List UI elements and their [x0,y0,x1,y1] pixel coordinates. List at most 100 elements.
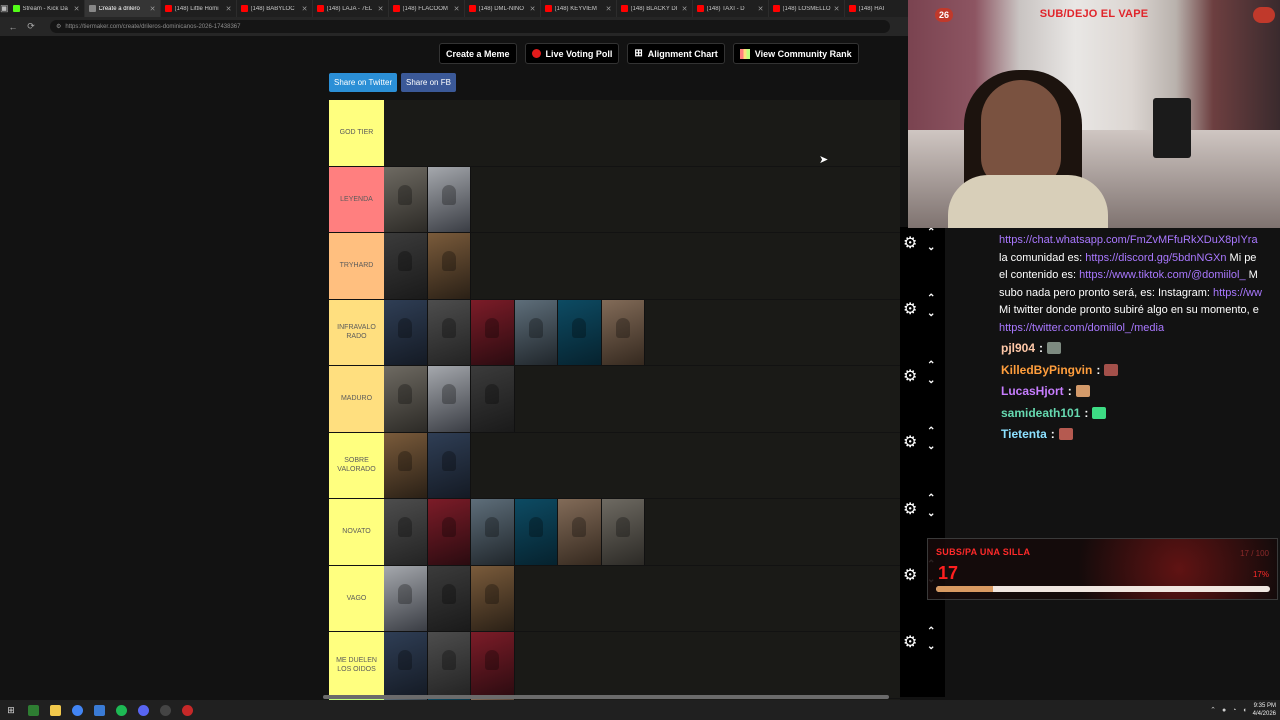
tier-item-thumbnail[interactable] [384,233,428,299]
tab-close-icon[interactable]: ✕ [758,5,764,13]
tier-label[interactable]: LEYENDA [329,166,384,232]
browser-tab[interactable]: (148) DML-NIÑO ✕ [465,0,541,17]
tier-item-thumbnail[interactable] [601,499,645,565]
gear-icon[interactable]: ⚙ [903,565,917,585]
gear-icon[interactable]: ⚙ [903,432,917,452]
terminal-icon[interactable] [22,700,44,720]
gear-icon[interactable]: ⚙ [903,366,917,386]
tier-label[interactable]: VAGO [329,565,384,631]
tier-item-thumbnail[interactable] [384,166,428,232]
volume-icon[interactable]: ◖ [1242,707,1246,714]
tier-item-thumbnail[interactable] [384,366,428,432]
tier-items-area[interactable] [384,166,900,232]
chevron-up-icon[interactable]: ⌃ [927,293,935,304]
tab-close-icon[interactable]: ✕ [834,5,840,13]
chevron-up-icon[interactable]: ⌃ [927,626,935,637]
chat-username[interactable]: samideath101 [1001,406,1080,420]
tier-item-thumbnail[interactable] [601,299,645,365]
live-voting-poll-button[interactable]: Live Voting Poll [524,43,620,64]
discord-icon[interactable] [132,700,154,720]
chat-username[interactable]: Tietenta [1001,427,1047,441]
gear-icon[interactable]: ⚙ [903,499,917,519]
clock[interactable]: 9:35 PM 4/4/2026 [1253,702,1276,718]
tier-item-thumbnail[interactable] [384,632,428,698]
tier-label[interactable]: TRYHARD [329,233,384,299]
chevron-up-icon[interactable]: ⌃ [927,227,935,238]
gear-icon[interactable]: ⚙ [903,299,917,319]
tier-items-area[interactable] [384,565,900,631]
browser-tab[interactable]: (148) FLACOOM ✕ [389,0,465,17]
chevron-down-icon[interactable]: ⌄ [927,508,935,519]
tier-item-thumbnail[interactable] [427,366,471,432]
chat-link[interactable]: https://www.tiktok.com/@domiilol_ [1079,269,1245,281]
tab-close-icon[interactable]: ✕ [454,5,460,13]
tier-label[interactable]: NOVATO [329,499,384,565]
reload-icon[interactable]: ⟳ [26,21,36,32]
browser-tab[interactable]: (148) LOSMELLO ✕ [769,0,845,17]
window-menu-icon[interactable]: ▣ [0,0,9,17]
tier-label[interactable]: GOD TIER [329,100,384,166]
browser-tab[interactable]: Stream - Kick Da ✕ [9,0,85,17]
file-explorer-icon[interactable] [44,700,66,720]
tab-close-icon[interactable]: ✕ [682,5,688,13]
browser-tab[interactable]: (148) BABYLOC ✕ [237,0,313,17]
tier-label[interactable]: SOBRE VALORADO [329,432,384,498]
tier-item-thumbnail[interactable] [384,299,428,365]
tier-item-thumbnail[interactable] [471,299,515,365]
back-icon[interactable]: ← [8,22,18,32]
tab-close-icon[interactable]: ✕ [74,5,80,13]
tier-item-thumbnail[interactable] [427,632,471,698]
tier-label[interactable]: INFRAVALO RADO [329,299,384,365]
tier-item-thumbnail[interactable] [384,432,428,498]
tab-close-icon[interactable]: ✕ [226,5,232,13]
microphone-icon[interactable]: ● [1222,707,1226,714]
tab-close-icon[interactable]: ✕ [530,5,536,13]
tier-items-area[interactable] [384,499,900,565]
horizontal-scrollbar[interactable] [323,695,889,699]
chevron-down-icon[interactable]: ⌄ [927,641,935,652]
tier-item-thumbnail[interactable] [427,499,471,565]
browser-tab[interactable]: (148) Little Homi ✕ [161,0,237,17]
alignment-chart-button[interactable]: ⊞ Alignment Chart [627,43,725,64]
recorder-icon[interactable] [176,700,198,720]
tier-item-thumbnail[interactable] [384,499,428,565]
share-twitter-button[interactable]: Share on Twitter [329,73,398,92]
tier-item-thumbnail[interactable] [558,299,602,365]
chevron-up-icon[interactable]: ⌃ [927,426,935,437]
tier-item-thumbnail[interactable] [471,366,515,432]
chat-link[interactable]: https://chat.whatsapp.com/FmZvMFfuRkXDuX… [999,234,1258,246]
browser-tab[interactable]: Create a drilero ✕ [84,0,161,17]
tab-close-icon[interactable]: ✕ [378,5,384,13]
tier-item-thumbnail[interactable] [427,565,471,631]
tier-item-thumbnail[interactable] [514,499,558,565]
chat-username[interactable]: KilledByPingvin [1001,363,1092,377]
tier-items-area[interactable] [384,366,900,432]
tier-items-area[interactable] [384,299,900,365]
chevron-down-icon[interactable]: ⌄ [927,308,935,319]
tier-item-thumbnail[interactable] [427,233,471,299]
share-fb-button[interactable]: Share on FB [401,73,456,92]
tier-item-thumbnail[interactable] [471,632,515,698]
site-info-icon[interactable]: ⚙ [56,23,61,30]
tier-items-area[interactable] [384,233,900,299]
browser-tab[interactable]: (148) TAXI - D ✕ [693,0,769,17]
view-community-rank-button[interactable]: View Community Rank [732,43,859,64]
spotify-icon[interactable] [110,700,132,720]
chat-username[interactable]: LucasHjort [1001,384,1064,398]
gear-icon[interactable]: ⚙ [903,233,917,253]
tray-chevron-icon[interactable]: ⌃ [1210,706,1216,714]
tab-close-icon[interactable]: ✕ [150,5,156,13]
create-meme-button[interactable]: Create a Meme [439,43,517,64]
chevron-up-icon[interactable]: ⌃ [927,360,935,371]
tier-item-thumbnail[interactable] [427,299,471,365]
chat-username[interactable]: pjl904 [1001,341,1035,355]
browser-tab[interactable]: (148) LAJA - 7EL ✕ [313,0,389,17]
chevron-down-icon[interactable]: ⌄ [927,375,935,386]
tier-item-thumbnail[interactable] [384,565,428,631]
tier-label[interactable]: ME DUELEN LOS OIDOS [329,632,384,698]
chat-link[interactable]: https://twitter.com/domiilol_/media [999,322,1164,334]
url-field[interactable]: ⚙ https://tiermaker.com/create/drileros-… [50,20,890,33]
tier-item-thumbnail[interactable] [514,299,558,365]
tier-item-thumbnail[interactable] [427,432,471,498]
chevron-up-icon[interactable]: ⌃ [927,493,935,504]
